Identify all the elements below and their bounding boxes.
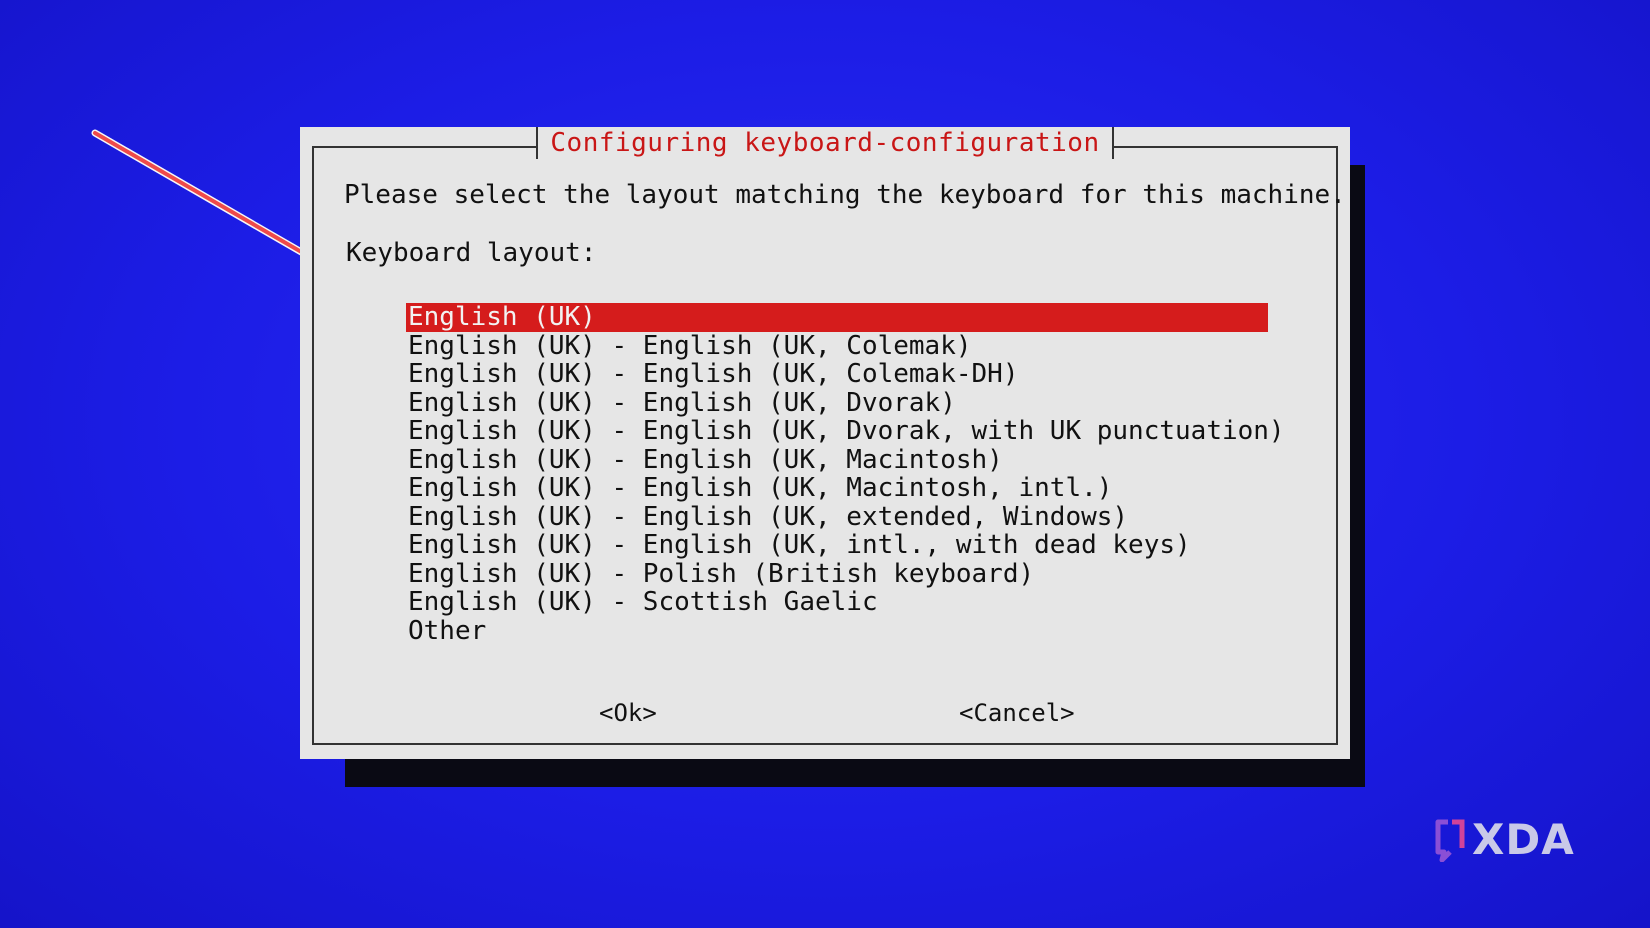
- xda-watermark: XDA: [1432, 815, 1575, 864]
- layout-option[interactable]: English (UK) - Polish (British keyboard): [406, 559, 1268, 589]
- layout-option[interactable]: English (UK) - English (UK, extended, Wi…: [406, 502, 1268, 532]
- layout-option[interactable]: English (UK) - English (UK, Colemak): [406, 331, 1268, 361]
- keyboard-layout-list[interactable]: English (UK) English (UK) - English (UK,…: [406, 303, 1285, 646]
- layout-option[interactable]: English (UK) - English (UK, Macintosh): [406, 445, 1268, 475]
- keyboard-layout-label: Keyboard layout:: [346, 238, 597, 268]
- layout-option[interactable]: English (UK) - English (UK, intl., with …: [406, 531, 1268, 560]
- layout-option[interactable]: English (UK) - Scottish Gaelic: [406, 588, 1268, 617]
- dialog-frame: Please select the layout matching the ke…: [312, 146, 1346, 745]
- cancel-button[interactable]: <Cancel>: [959, 699, 1075, 727]
- keyboard-configuration-dialog: Please select the layout matching the ke…: [300, 127, 1350, 759]
- layout-option[interactable]: English (UK) - English (UK, Colemak-DH): [406, 360, 1268, 389]
- xda-logo-text: XDA: [1472, 815, 1575, 864]
- xda-bracket-icon: [1435, 819, 1465, 862]
- dialog-prompt: Please select the layout matching the ke…: [344, 180, 1346, 210]
- layout-option[interactable]: English (UK) - English (UK, Macintosh, i…: [406, 474, 1268, 503]
- layout-option-selected[interactable]: English (UK): [406, 303, 1268, 332]
- layout-option[interactable]: English (UK) - English (UK, Dvorak): [406, 388, 1268, 418]
- layout-option-other[interactable]: Other: [406, 616, 1268, 646]
- ok-button[interactable]: <Ok>: [599, 699, 657, 727]
- layout-option[interactable]: English (UK) - English (UK, Dvorak, with…: [406, 417, 1285, 446]
